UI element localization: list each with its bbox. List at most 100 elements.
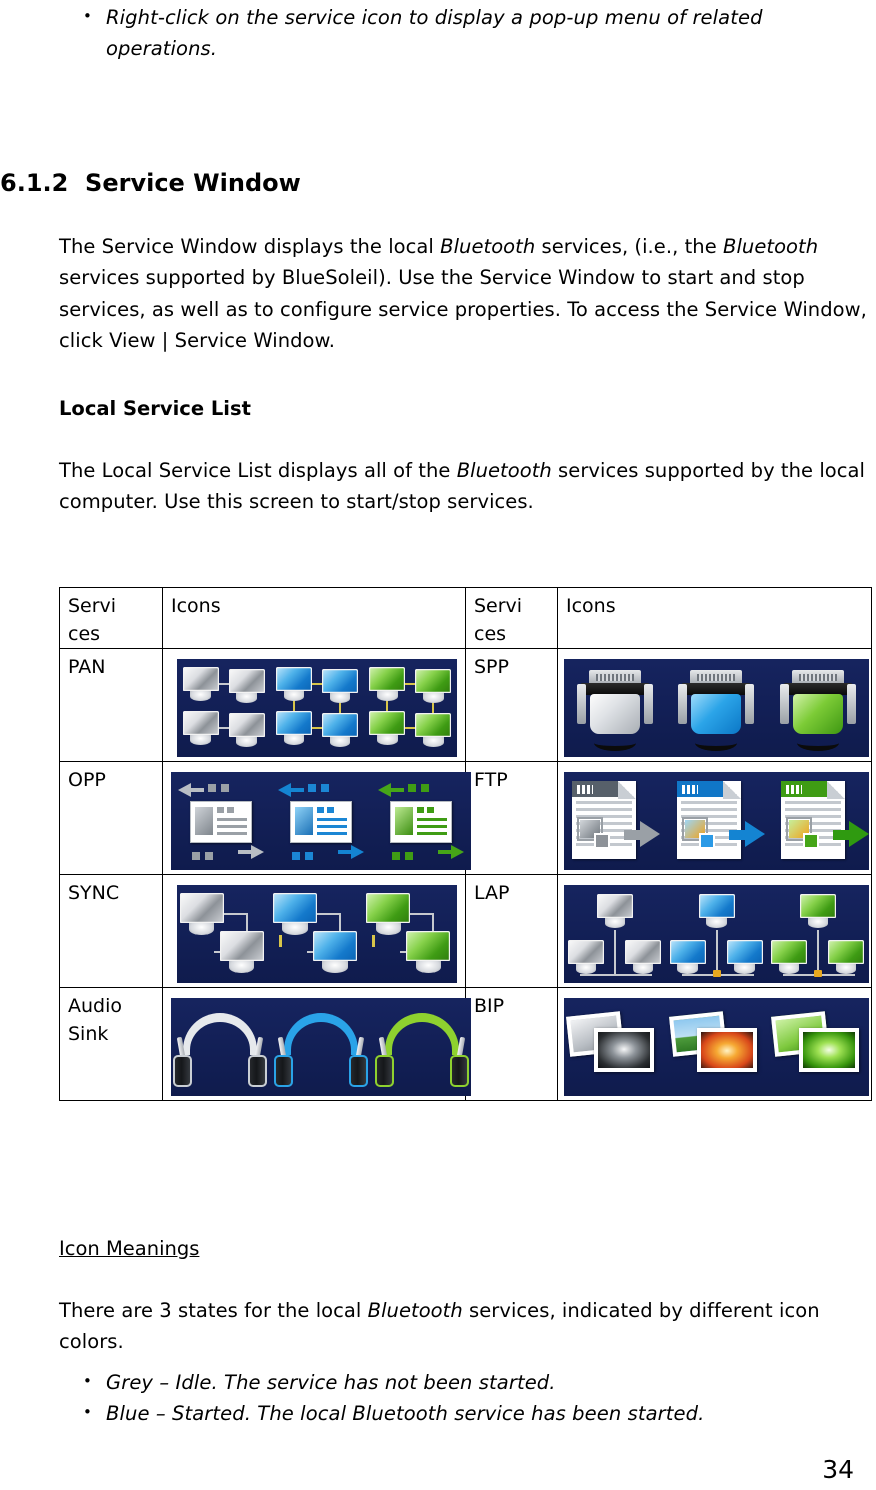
monitor-icon [179,893,224,935]
service-label-sync: SYNC [59,874,163,988]
column-header-icons-left: Icons [162,587,466,649]
monitor-icon [406,931,451,973]
table-row: PAN SPP [59,648,872,762]
serial-connector-grey [576,666,654,751]
lap-lan-access-icon [564,885,869,983]
service-icons-table: Services Icons Services Icons PAN SPP OP… [59,587,872,1101]
monitor-icon [312,931,357,973]
column-header-label: Services [68,595,117,645]
document-page: Right-click on the service icon to displ… [0,0,876,1490]
headphones-green [375,1007,469,1087]
list-item: Grey – Idle. The service has not been st… [59,1366,849,1398]
service-label-opp: OPP [59,761,163,875]
bluetooth-emphasis: Bluetooth [723,234,819,258]
list-item: Right-click on the service icon to displ… [59,1,839,64]
sync-icon [177,885,457,983]
lan-group-blue [669,890,764,978]
monitor-icon [275,711,312,745]
monitor-icon [415,713,452,747]
monitor-icon [625,940,661,974]
intro-bullet-list: Right-click on the service icon to displ… [59,1,839,64]
monitor-icon [272,893,317,935]
photo-stack-green [771,1008,865,1086]
intro-text-1: The Service Window displays the local [59,234,441,258]
pan-network-icon [177,659,457,757]
icon-cell-audio-sink [162,987,471,1101]
monitor-icon [597,894,633,928]
pan-group-grey [181,667,267,749]
column-header-icons-right: Icons [557,587,872,649]
monitor-icon [366,893,411,935]
table-row: Audio Sink BIP [59,987,872,1101]
lan-group-grey [568,890,662,978]
monitor-icon [669,940,706,974]
photo-stack-grey [566,1008,660,1086]
opp-object-push-icon [171,772,471,870]
audio-sink-headphones-icon [171,998,471,1096]
service-label-bip: BIP [465,987,558,1101]
monitor-icon [321,669,358,703]
monitor-icon [568,940,604,974]
monitor-icon [275,667,312,701]
sync-pair-grey [179,891,268,977]
spp-serial-port-icon [564,659,869,757]
icon-cell-lap [557,874,872,988]
table-row: OPP FTP [59,761,872,875]
monitor-icon [698,894,735,928]
bluetooth-emphasis: Bluetooth [440,234,536,258]
document-transfer-blue [673,777,765,865]
icon-cell-ftp [557,761,872,875]
icon-cell-pan [162,648,466,762]
states-text-1: There are 3 states for the local [59,1298,368,1322]
monitor-icon [228,669,265,703]
monitor-icon [228,713,265,747]
intro-text-2: services, (i.e., the [535,234,724,258]
monitor-icon [726,940,763,974]
service-label-lap: LAP [465,874,558,988]
column-header-services-left: Services [59,587,163,649]
table-row: SYNC LAP [59,874,872,988]
service-label-pan: PAN [59,648,163,762]
table-header-row: Services Icons Services Icons [59,587,872,649]
intro-text-3: services supported by BlueSoleil). Use t… [59,266,867,352]
monitor-icon [369,711,406,745]
document-transfer-green [777,777,869,865]
bip-imaging-icon [564,998,869,1096]
subheading-icon-meanings: Icon Meanings [59,1236,200,1260]
icon-states-paragraph: There are 3 states for the local Bluetoo… [59,1295,871,1358]
column-header-services-right: Services [465,587,558,649]
business-card-blue [278,778,364,864]
icon-cell-spp [557,648,872,762]
state-bullet-list: Grey – Idle. The service has not been st… [59,1366,849,1429]
photo-stack-blue [668,1008,763,1086]
headphones-grey [173,1007,267,1087]
monitor-icon [828,940,864,974]
business-card-grey [178,778,264,864]
monitor-icon [321,713,358,747]
icon-cell-bip [557,987,872,1101]
serial-connector-green [779,666,857,751]
service-label-spp: SPP [465,648,558,762]
column-header-label: Services [474,595,523,645]
list-item: Blue – Started. The local Bluetooth serv… [59,1397,849,1429]
service-label-ftp: FTP [465,761,558,875]
service-label-text: Audio Sink [68,995,123,1045]
intro-paragraph: The Service Window displays the local Bl… [59,231,871,357]
monitor-icon [182,667,219,701]
lan-group-green [771,890,865,978]
local-service-list-paragraph: The Local Service List displays all of t… [59,455,871,518]
service-label-audio-sink: Audio Sink [59,987,163,1101]
business-card-green [378,778,464,864]
monitor-icon [182,711,219,745]
monitor-icon [219,931,264,973]
bluetooth-emphasis: Bluetooth [367,1298,463,1322]
pan-group-blue [274,667,360,749]
document-transfer-grey [568,777,660,865]
subheading-local-service-list: Local Service List [59,396,251,420]
sync-pair-blue [272,891,361,977]
sync-pair-green [366,891,454,977]
icon-cell-opp [162,761,471,875]
monitor-icon [415,669,452,703]
pan-group-green [367,667,453,749]
ftp-file-transfer-icon [564,772,869,870]
